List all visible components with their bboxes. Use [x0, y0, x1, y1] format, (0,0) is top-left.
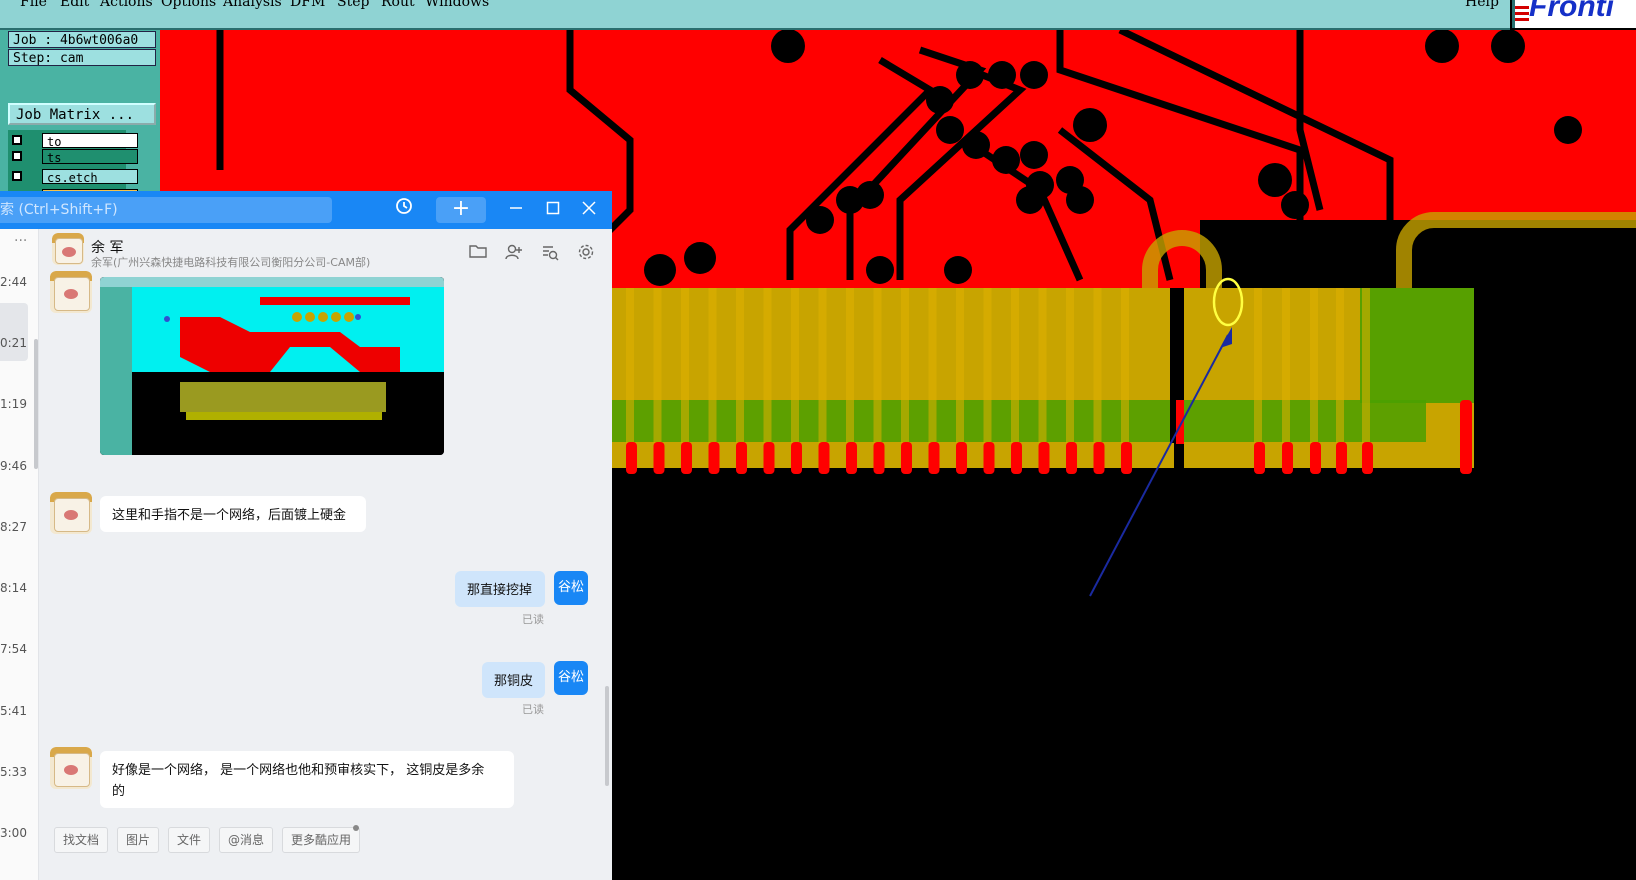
gold-finger-pads [610, 288, 1474, 468]
my-message-bubble[interactable]: 那铜皮 [482, 662, 545, 698]
menu-rout[interactable]: Rout [381, 0, 415, 10]
menu-step[interactable]: Step [337, 0, 369, 10]
folder-icon[interactable] [467, 243, 489, 265]
plus-icon: + [451, 196, 471, 221]
selected-conversation-indicator [0, 303, 28, 361]
conversation-time-column: ··· 2:44 0:21 1:19 9:46 8:27 8:14 7:54 5… [0, 229, 39, 880]
menu-dfm[interactable]: DFM [290, 0, 325, 10]
logo-text: Fronti [1529, 0, 1614, 23]
step-label: Step: cam [8, 49, 156, 66]
layer-name: ts [42, 149, 138, 165]
search-history-icon[interactable] [539, 243, 561, 265]
new-chat-button[interactable]: + [436, 197, 486, 223]
checkbox-icon[interactable] [12, 171, 22, 181]
job-label: Job : 4b6wt006a0 [8, 31, 156, 48]
conversation-time[interactable]: 3:00 [0, 826, 27, 840]
message-bubble[interactable]: 好像是一个网络， 是一个网络也他和预审核实下， 这铜皮是多余 的 [100, 751, 514, 808]
conversation-time[interactable]: 8:27 [0, 520, 27, 534]
message-text-line: 好像是一个网络， 是一个网络也他和预审核实下， 这铜皮是多余 [112, 763, 485, 778]
conversation-time[interactable]: 5:33 [0, 765, 27, 779]
add-member-icon[interactable] [503, 243, 525, 265]
mention-button[interactable]: @消息 [219, 827, 273, 853]
layer-row[interactable]: ts [10, 149, 138, 165]
maximize-icon[interactable] [540, 197, 566, 223]
checkbox-icon[interactable] [12, 151, 22, 161]
my-message-bubble[interactable]: 那直接挖掉 [455, 571, 545, 607]
file-button[interactable]: 文件 [168, 827, 210, 853]
message-text-line: 的 [112, 784, 126, 799]
menu-actions[interactable]: Actions [100, 0, 153, 10]
close-icon[interactable] [576, 197, 602, 223]
message-scrollbar[interactable] [605, 686, 609, 786]
chat-titlebar: 索 (Ctrl+Shift+F) + [0, 191, 612, 229]
sender-avatar[interactable] [50, 492, 92, 534]
menu-windows[interactable]: Windows [425, 0, 489, 10]
contact-avatar[interactable] [52, 233, 84, 265]
chat-header: 余 军 余军(广州兴森快捷电路科技有限公司衡阳分公司-CAM部) [40, 229, 612, 271]
checkbox-icon[interactable] [12, 135, 22, 145]
my-avatar[interactable]: 谷松 [554, 571, 588, 605]
menu-file[interactable]: File [20, 0, 47, 10]
more-apps-button[interactable]: 更多酷应用 [282, 827, 360, 853]
search-input[interactable]: 索 (Ctrl+Shift+F) [0, 197, 332, 223]
more-icon[interactable]: ··· [14, 233, 27, 249]
read-receipt: 已读 [522, 703, 544, 716]
conversation-list-scrollbar[interactable] [34, 339, 38, 469]
menu-edit[interactable]: Edit [60, 0, 89, 10]
sender-avatar[interactable] [50, 747, 92, 789]
frontline-logo: Fronti [1512, 0, 1636, 28]
minimize-icon[interactable] [503, 197, 529, 223]
conversation-time[interactable]: 2:44 [0, 275, 27, 289]
read-receipt: 已读 [522, 613, 544, 626]
layer-row[interactable]: cs.etch [10, 169, 138, 185]
find-doc-button[interactable]: 找文档 [54, 827, 108, 853]
menu-options[interactable]: Options [161, 0, 216, 10]
my-avatar[interactable]: 谷松 [554, 661, 588, 695]
cam-left-panel: Job : 4b6wt006a0 Step: cam Job Matrix ..… [0, 30, 163, 225]
layer-name: to [42, 133, 138, 149]
image-button[interactable]: 图片 [117, 827, 159, 853]
layer-name: cs.etch [42, 169, 138, 185]
notification-dot [353, 825, 359, 831]
menu-help[interactable]: Help [1465, 0, 1499, 10]
cam-menubar: File Edit Actions Options Analysis DFM S… [0, 0, 1510, 30]
conversation-time[interactable]: 8:14 [0, 581, 27, 595]
sender-avatar[interactable] [50, 271, 92, 313]
gear-icon[interactable] [575, 243, 597, 265]
conversation-time[interactable]: 0:21 [0, 336, 27, 350]
chat-window: 索 (Ctrl+Shift+F) + ··· 2:44 0:21 1:19 9:… [0, 191, 612, 880]
conversation-time[interactable]: 9:46 [0, 459, 27, 473]
message-bubble[interactable]: 这里和手指不是一个网络，后面镀上硬金 [100, 496, 366, 532]
image-message[interactable] [100, 277, 444, 455]
history-icon[interactable] [391, 197, 417, 223]
job-matrix-button[interactable]: Job Matrix ... [8, 103, 156, 125]
conversation-time[interactable]: 5:41 [0, 704, 27, 718]
conversation-time[interactable]: 7:54 [0, 642, 27, 656]
conversation-time[interactable]: 1:19 [0, 397, 27, 411]
menu-analysis[interactable]: Analysis [223, 0, 282, 10]
contact-subtitle: 余军(广州兴森快捷电路科技有限公司衡阳分公司-CAM部) [91, 256, 371, 269]
layer-row[interactable]: to [10, 133, 138, 149]
